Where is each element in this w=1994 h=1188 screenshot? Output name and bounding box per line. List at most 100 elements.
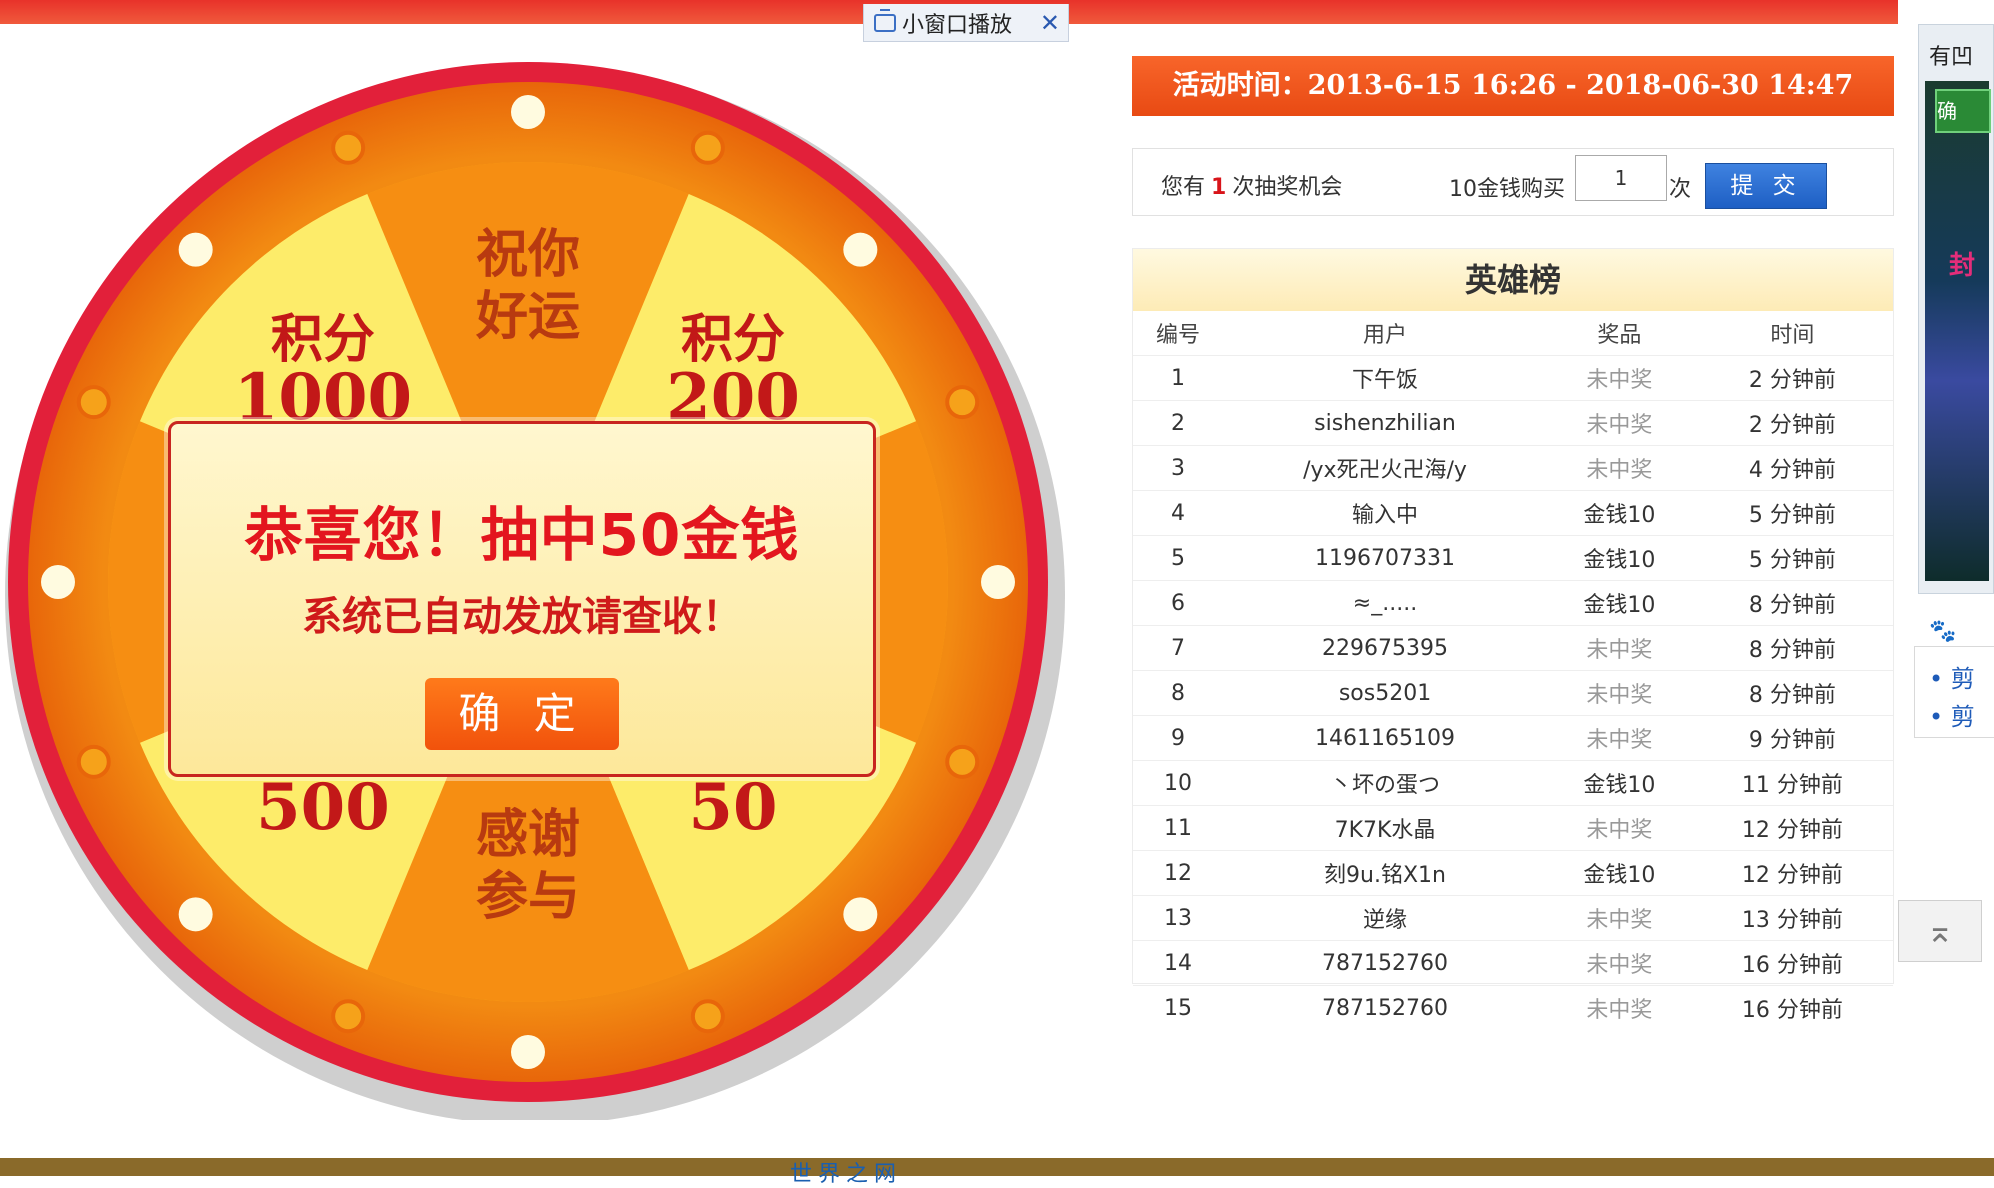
row-number: 9 <box>1133 715 1223 761</box>
row-prize: 未中奖 <box>1547 805 1692 851</box>
row-time: 16 分钟前 <box>1691 985 1893 1030</box>
row-time: 2 分钟前 <box>1691 355 1893 401</box>
table-row: 9 1461165109 未中奖 9 分钟前 <box>1133 715 1893 761</box>
row-number: 10 <box>1133 760 1223 806</box>
buy-label: 10金钱购买 <box>1449 177 1565 202</box>
side-ad-label: 封 <box>1949 251 1976 281</box>
row-time: 5 分钟前 <box>1691 490 1893 536</box>
wheel-bulb <box>690 999 725 1034</box>
wheel-bulb <box>690 130 725 165</box>
wheel-bulb <box>41 565 75 599</box>
hero-leaderboard: 英雄榜 编号 用户 奖品 时间 1 下午饭 未中奖 2 分钟前 2 sishenzhilian 未… <box>1132 248 1894 1030</box>
side-ad[interactable]: 有凹 确 封 🐾 <box>1918 24 1994 644</box>
chances-prefix: 您有 <box>1161 175 1206 200</box>
row-user: 输入中 <box>1222 490 1548 536</box>
table-row: 3/yx死卍火卍海/y 未中奖 4 分钟前 <box>1133 445 1893 491</box>
dialog-message: 系统已自动发放请查收！ <box>302 594 742 640</box>
dialog-title: 恭喜您！抽中50金钱 <box>244 501 800 569</box>
submit-button[interactable]: 提 交 <box>1705 163 1827 209</box>
row-number: 2 <box>1133 400 1223 446</box>
row-time: 4 分钟前 <box>1691 445 1893 491</box>
footer-bar: 世界之网 <box>0 1158 1994 1187</box>
row-time: 16 分钟前 <box>1691 940 1893 986</box>
row-user: 逆缘 <box>1222 895 1548 941</box>
chances-text: 您有 1 次抽奖机会 <box>1161 169 1342 201</box>
row-time: 5 分钟前 <box>1691 535 1893 581</box>
table-row: 8 sos5201 未中奖 8 分钟前 <box>1133 670 1893 716</box>
row-number: 6 <box>1133 580 1223 626</box>
wheel-segment-label: 祝你 <box>476 224 580 285</box>
wheel-bulb <box>178 232 213 267</box>
row-user: 229675395 <box>1222 625 1548 671</box>
wheel-segment-label: 50 <box>689 770 778 845</box>
row-prize: 未中奖 <box>1547 355 1692 401</box>
back-to-top-icon[interactable]: ⌅ <box>1898 900 1982 962</box>
row-prize: 金钱10 <box>1547 490 1692 536</box>
leaderboard-table: 编号 用户 奖品 时间 1 下午饭 未中奖 2 分钟前 2 sishenzhilian 未中奖 2 … <box>1133 311 1893 1030</box>
row-prize: 金钱10 <box>1547 535 1692 581</box>
row-number: 14 <box>1133 940 1223 986</box>
row-prize: 未中奖 <box>1547 895 1692 941</box>
row-user: 787152760 <box>1222 940 1548 986</box>
table-row: 5 1196707331 金钱10 5 分钟前 <box>1133 535 1893 581</box>
row-user: sos5201 <box>1222 670 1548 716</box>
mini-player-tab[interactable]: 小窗口播放 ✕ <box>863 4 1069 42</box>
confirm-button[interactable]: 确 定 <box>425 678 619 750</box>
row-user: 刻9u.铭X1n <box>1222 850 1548 896</box>
wheel-bulb <box>511 95 545 129</box>
row-user: 1461165109 <box>1222 715 1548 761</box>
row-prize: 金钱10 <box>1547 580 1692 626</box>
row-number: 8 <box>1133 670 1223 716</box>
row-number: 11 <box>1133 805 1223 851</box>
chances-count: 1 <box>1211 175 1227 200</box>
row-number: 15 <box>1133 985 1223 1030</box>
wheel-segment-label: 参与 <box>476 866 580 927</box>
close-icon[interactable]: ✕ <box>1040 9 1060 37</box>
side-ad-image[interactable] <box>1925 81 1989 581</box>
wheel-bulb <box>331 999 366 1034</box>
tv-icon <box>874 8 896 32</box>
wheel-bulb <box>843 232 878 267</box>
row-prize: 未中奖 <box>1547 445 1692 491</box>
chances-suffix: 次抽奖机会 <box>1232 175 1343 200</box>
row-number: 7 <box>1133 625 1223 671</box>
row-prize: 未中奖 <box>1547 940 1692 986</box>
table-row: 10 丶坏の蛋つ 金钱10 11 分钟前 <box>1133 760 1893 806</box>
table-row: 15 787152760 未中奖 16 分钟前 <box>1133 985 1893 1030</box>
wheel-bulb <box>76 744 111 779</box>
row-number: 1 <box>1133 355 1223 401</box>
wheel-bulb <box>981 565 1015 599</box>
side-link[interactable]: • 剪 <box>1929 697 1975 732</box>
side-ad-text: 有凹 <box>1929 45 1974 70</box>
row-prize: 未中奖 <box>1547 985 1692 1030</box>
row-time: 11 分钟前 <box>1691 760 1893 806</box>
table-row: 14 787152760 未中奖 16 分钟前 <box>1133 940 1893 986</box>
wheel-bulb <box>511 1035 545 1069</box>
side-link[interactable]: • 剪 <box>1929 659 1975 694</box>
row-number: 4 <box>1133 490 1223 536</box>
row-time: 12 分钟前 <box>1691 850 1893 896</box>
wheel-segment-label: 感谢 <box>476 804 580 865</box>
table-row: 13 逆缘 未中奖 13 分钟前 <box>1133 895 1893 941</box>
column-header: 编号 <box>1155 323 1200 348</box>
mini-player-label: 小窗口播放 <box>902 12 1013 38</box>
row-user: ≈_..... <box>1222 580 1548 626</box>
column-header: 奖品 <box>1597 323 1642 348</box>
row-number: 5 <box>1133 535 1223 581</box>
row-prize: 未中奖 <box>1547 625 1692 671</box>
row-prize: 未中奖 <box>1547 715 1692 761</box>
table-row: 4 输入中 金钱10 5 分钟前 <box>1133 490 1893 536</box>
row-user: 1196707331 <box>1222 535 1548 581</box>
prize-dialog: 恭喜您！抽中50金钱 系统已自动发放请查收！ 确 定 <box>168 421 876 777</box>
buy-quantity-input[interactable] <box>1575 155 1667 201</box>
row-number: 13 <box>1133 895 1223 941</box>
wheel-bulb <box>331 130 366 165</box>
row-prize: 金钱10 <box>1547 760 1692 806</box>
row-number: 12 <box>1133 850 1223 896</box>
row-time: 8 分钟前 <box>1691 625 1893 671</box>
wheel-bulb <box>945 385 980 420</box>
row-user: 下午饭 <box>1222 355 1548 401</box>
side-ad-button[interactable]: 确 <box>1935 89 1991 133</box>
draw-chances-panel: 您有1次抽奖机会 10金钱购买 次 提 交 <box>1132 148 1894 216</box>
wheel-bulb <box>945 744 980 779</box>
